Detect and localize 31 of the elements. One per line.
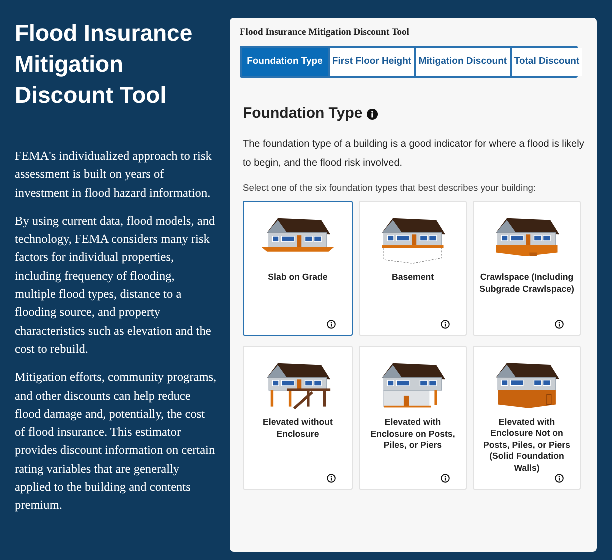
- info-icon[interactable]: [441, 320, 450, 329]
- info-icon[interactable]: [327, 320, 336, 329]
- foundation-option-card[interactable]: Elevated without Enclosure: [243, 346, 353, 490]
- foundation-option-card[interactable]: Slab on Grade: [243, 201, 353, 336]
- tool-title: Flood Insurance Mitigation Discount Tool: [240, 27, 410, 40]
- step-tab[interactable]: Mitigation Discount: [414, 48, 510, 76]
- option-label: Slab on Grade: [268, 272, 328, 284]
- intro-paragraph: Mitigation efforts, community programs, and other discounts can help reduce flood damage and, potentially, the cost of flood insurance. This estimator provides discount information on certain rating variables that are generally applied to the building and contents premium.: [15, 369, 218, 514]
- section-heading: Foundation Type: [243, 104, 363, 124]
- option-label: Basement: [392, 272, 434, 284]
- instruction-text: Select one of the six foundation types that best describes your building:: [243, 182, 538, 195]
- step-tab[interactable]: Foundation Type: [242, 48, 328, 76]
- option-label: Elevated with Enclosure Not on Posts, Piles, or Piers (Solid Foundation Walls): [482, 416, 572, 474]
- foundation-option-card[interactable]: Basement: [359, 201, 467, 336]
- step-tab[interactable]: Total Discount: [510, 48, 582, 76]
- info-icon[interactable]: [555, 474, 564, 483]
- foundation-option-card[interactable]: Elevated with Enclosure Not on Posts, Piles, or Piers (Solid Foundation Walls): [473, 346, 581, 490]
- option-label: Elevated with Enclosure on Posts, Piles, or Piers: [370, 417, 456, 452]
- description-text: The foundation type of a building is a good indicator for where a flood is likely to begin, and the flood risk involved.: [243, 138, 585, 170]
- step-tab[interactable]: First Floor Height: [328, 48, 414, 76]
- page-title: Flood Insurance Mitigation Discount Tool: [15, 19, 194, 110]
- info-icon[interactable]: [441, 474, 450, 483]
- info-icon[interactable]: [555, 320, 564, 329]
- intro-paragraph: By using current data, flood models, and technology, FEMA considers many risk factors for individual properties, including frequency of flooding, multiple flood types, distance to a flooding source, and property characteristics such as elevation and the cost to rebuild.: [15, 212, 216, 358]
- info-icon[interactable]: [366, 108, 378, 120]
- option-label: Elevated without Enclosure: [262, 417, 334, 440]
- foundation-option-card[interactable]: Crawlspace (Including Subgrade Crawlspace): [473, 201, 581, 336]
- option-label: Crawlspace (Including Subgrade Crawlspace): [478, 272, 576, 295]
- foundation-option-card[interactable]: Elevated with Enclosure on Posts, Piles, or Piers: [359, 346, 467, 490]
- intro-paragraph: FEMA's individualized approach to risk assessment is built on years of investment in flood hazard information.: [15, 148, 213, 202]
- info-icon[interactable]: [327, 474, 336, 483]
